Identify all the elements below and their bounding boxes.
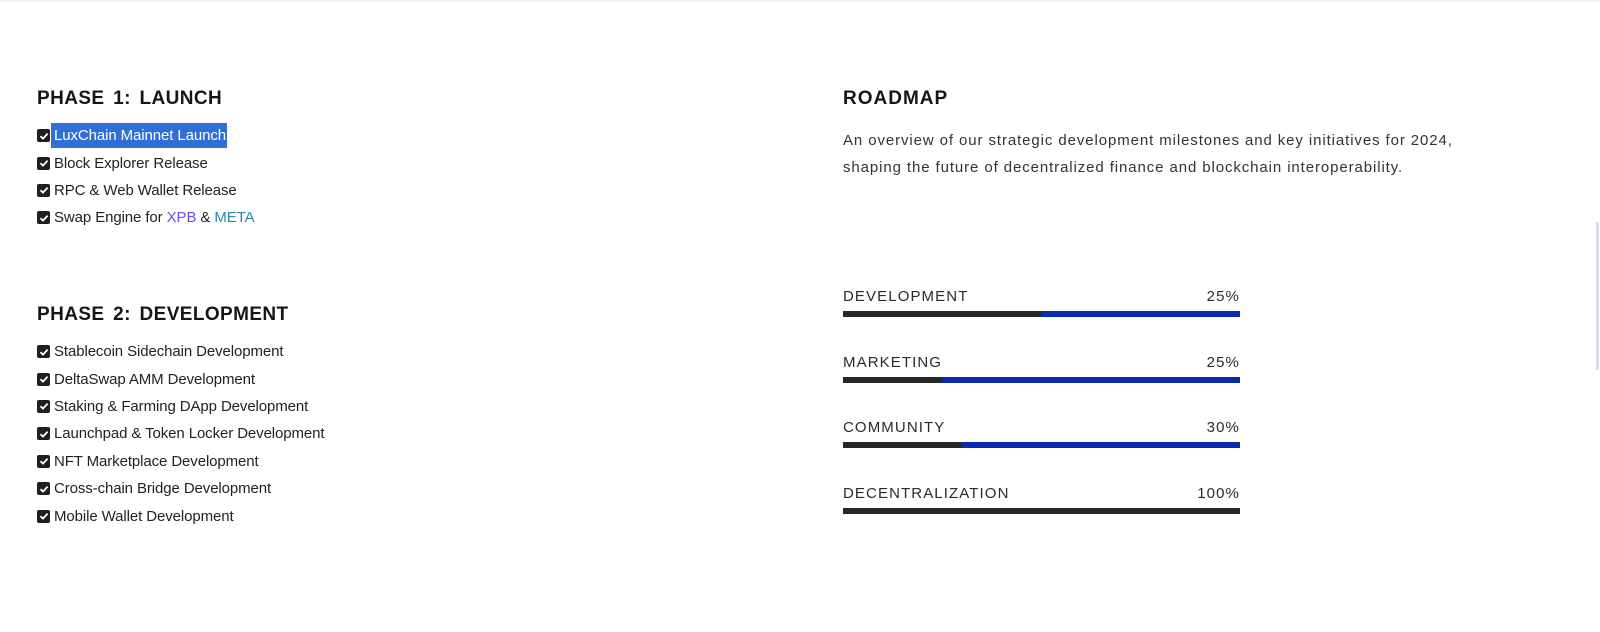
progress-label: DECENTRALIZATION <box>843 485 1010 503</box>
progress-item: MARKETING 25% <box>843 353 1240 419</box>
progress-header: DECENTRALIZATION 100% <box>843 484 1240 504</box>
task-label: DeltaSwap AMM Development <box>54 370 255 388</box>
progress-label: DEVELOPMENT <box>843 288 969 305</box>
progress-item: COMMUNITY 30% <box>843 418 1240 484</box>
progress-header: MARKETING 25% <box>843 353 1240 373</box>
progress-item: DEVELOPMENT 25% <box>843 287 1240 353</box>
task-label: Stablecoin Sidechain Development <box>54 343 284 361</box>
roadmap-section: ROADMAP An overview of our strategic dev… <box>843 86 1483 182</box>
checkbox-checked-icon <box>37 454 50 468</box>
progress-track <box>843 508 1240 515</box>
checkbox-checked-icon <box>37 427 50 441</box>
task-item: Swap Engine for XPB & META <box>37 204 737 231</box>
progress-value: 25% <box>1206 288 1240 305</box>
checkbox-checked-icon <box>37 372 50 386</box>
task-item: Stablecoin Sidechain Development <box>37 338 737 365</box>
roadmap-title: ROADMAP <box>843 88 949 109</box>
task-label: Cross-chain Bridge Development <box>54 480 272 498</box>
progress-header: DEVELOPMENT 25% <box>843 287 1240 307</box>
checkbox-checked-icon <box>37 482 50 496</box>
progress-value: 25% <box>1206 353 1240 371</box>
task-item: DeltaSwap AMM Development <box>37 365 737 392</box>
task-item: Cross-chain Bridge Development <box>37 475 737 502</box>
meta-link[interactable]: META <box>214 209 254 226</box>
phase2-section: PHASE 2: DEVELOPMENT Stablecoin Sidechai… <box>37 302 737 530</box>
progress-value: 100% <box>1197 485 1240 503</box>
progress-fill <box>843 508 1240 515</box>
progress-fill <box>843 311 1042 317</box>
progress-value: 30% <box>1206 419 1240 437</box>
task-label: Launchpad & Token Locker Development <box>54 425 325 443</box>
checkbox-checked-icon <box>37 399 50 413</box>
progress-bars: DEVELOPMENT 25% MARKETING 25% COMMUNITY 30% DE… <box>843 287 1240 550</box>
task-item: LuxChain Mainnet Launch <box>37 122 737 149</box>
checkbox-checked-icon <box>37 509 50 523</box>
progress-track <box>843 442 1240 449</box>
progress-track <box>843 376 1240 383</box>
progress-header: COMMUNITY 30% <box>843 418 1240 438</box>
progress-item: DECENTRALIZATION 100% <box>843 484 1240 550</box>
phase2-title: PHASE 2: DEVELOPMENT <box>37 304 289 325</box>
task-item: Launchpad & Token Locker Development <box>37 420 737 447</box>
checkbox-checked-icon <box>37 183 50 197</box>
xpb-link[interactable]: XPB <box>167 209 197 226</box>
task-item: Staking & Farming DApp Development <box>37 393 737 420</box>
task-label: Staking & Farming DApp Development <box>54 397 309 415</box>
roadmap-description: An overview of our strategic development… <box>843 132 1453 177</box>
progress-track <box>843 311 1240 317</box>
task-item: RPC & Web Wallet Release <box>37 177 737 204</box>
checkbox-checked-icon <box>37 211 50 225</box>
checkbox-checked-icon <box>37 345 50 359</box>
task-label: Swap Engine for XPB & META <box>54 204 255 231</box>
phase1-task-list: LuxChain Mainnet Launch Block Explorer R… <box>37 122 737 232</box>
task-label: Mobile Wallet Development <box>54 507 234 525</box>
phase2-task-list: Stablecoin Sidechain Development DeltaSwa… <box>37 338 737 530</box>
task-label: LuxChain Mainnet Launch <box>51 123 227 149</box>
task-label-joiner: & <box>196 209 215 227</box>
task-label: NFT Marketplace Development <box>54 452 259 470</box>
task-item: Block Explorer Release <box>37 149 737 176</box>
checkbox-checked-icon <box>37 129 50 143</box>
task-label-prefix: Swap Engine for <box>54 209 167 227</box>
progress-fill <box>843 442 963 449</box>
checkbox-checked-icon <box>37 156 50 170</box>
task-label: Block Explorer Release <box>54 154 208 172</box>
task-item: NFT Marketplace Development <box>37 448 737 475</box>
scrollbar[interactable] <box>1596 222 1599 370</box>
task-item: Mobile Wallet Development <box>37 502 737 529</box>
progress-label: COMMUNITY <box>843 419 946 437</box>
header-divider <box>0 0 1600 2</box>
phase1-section: PHASE 1: LAUNCH LuxChain Mainnet Launch … <box>37 86 737 232</box>
task-label: RPC & Web Wallet Release <box>54 181 237 199</box>
phase1-title: PHASE 1: LAUNCH <box>37 88 223 109</box>
progress-fill <box>843 376 943 383</box>
progress-label: MARKETING <box>843 353 943 371</box>
